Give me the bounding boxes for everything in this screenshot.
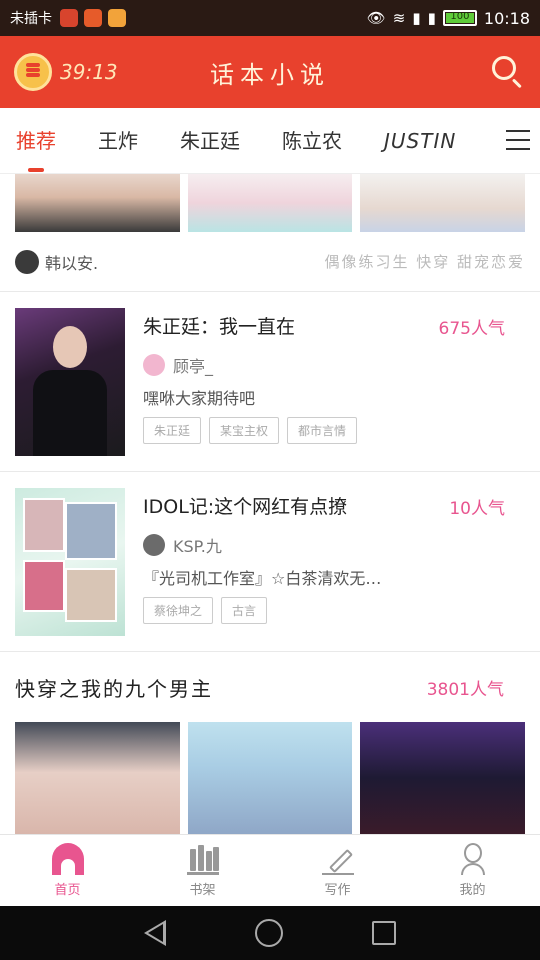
tab-recommend[interactable]: 推荐 <box>16 108 56 174</box>
status-bar: 未插卡 👁 ≋ ▮ ▮ 100 10:18 <box>0 0 540 36</box>
tag-row: 朱正廷 某宝主权 都市言情 <box>143 417 525 444</box>
tag-row: 蔡徐坤之 古言 <box>143 597 525 624</box>
bottom-nav: 首页 书架 写作 我的 <box>0 834 540 906</box>
tab-chen-linong[interactable]: 陈立农 <box>282 108 342 174</box>
clock: 10:18 <box>483 8 530 28</box>
search-icon <box>492 56 516 80</box>
list-item[interactable]: IDOL记:这个网红有点撩 10人气 KSP.九 『光司机工作室』☆白茶清欢无…… <box>0 472 540 652</box>
reading-timer: 39:13 <box>60 60 118 84</box>
nav-label: 书架 <box>189 883 216 898</box>
book-description: 『光司机工作室』☆白茶清欢无… <box>143 569 382 588</box>
collection-header[interactable]: 快穿之我的九个男主 3801人气 <box>0 652 540 722</box>
book-tag[interactable]: 朱正廷 <box>143 417 202 444</box>
profile-icon <box>457 843 489 875</box>
nav-label: 我的 <box>459 883 486 898</box>
collection-image-row[interactable] <box>0 722 540 834</box>
tab-label: JUSTIN <box>384 128 457 153</box>
cover-image[interactable] <box>360 174 526 232</box>
tab-justin[interactable]: JUSTIN <box>384 108 456 174</box>
signal2-icon: ▮ <box>427 9 436 27</box>
system-nav-bar <box>0 906 540 960</box>
book-description: 嘿咻大家期待吧 <box>143 389 256 408</box>
tab-label: 陈立农 <box>282 128 342 153</box>
home-icon <box>51 843 84 875</box>
cover-image[interactable] <box>187 722 353 834</box>
avatar <box>143 534 165 556</box>
coin-alarm-icon[interactable] <box>14 53 52 91</box>
weibo-notification-icon <box>60 9 78 27</box>
nav-label: 写作 <box>324 883 351 898</box>
pen-icon <box>321 843 354 875</box>
active-tab-indicator <box>28 167 44 172</box>
tab-zhu-zhengting[interactable]: 朱正廷 <box>180 108 240 174</box>
collection-title: 快穿之我的九个男主 <box>15 676 213 701</box>
reader-notification-icon <box>108 9 126 27</box>
app-notification-icon <box>84 9 102 27</box>
top-image-row[interactable] <box>0 174 540 232</box>
status-icons: 👁 ≋ ▮ ▮ 100 10:18 <box>367 9 530 28</box>
author-row: 顾亭_ <box>143 353 525 377</box>
tab-label: 王炸 <box>98 128 138 153</box>
book-tag[interactable]: 蔡徐坤之 <box>143 597 214 624</box>
cover-image[interactable] <box>187 174 353 232</box>
recents-icon[interactable] <box>371 921 396 945</box>
bookshelf-icon <box>186 843 219 875</box>
book-tags: 偶像练习生 快穿 甜宠恋爱 <box>324 253 525 271</box>
popularity-count: 675人气 <box>438 319 505 339</box>
book-tag[interactable]: 某宝主权 <box>209 417 280 444</box>
book-feed[interactable]: 韩以安. 偶像练习生 快穿 甜宠恋爱 朱正廷：我一直在 675人气 顾亭_ 嘿咻… <box>0 174 540 834</box>
nav-profile[interactable]: 我的 <box>405 835 540 906</box>
author-row: KSP.九 <box>143 533 525 557</box>
nav-label: 首页 <box>54 883 81 898</box>
cover-image[interactable] <box>15 722 180 834</box>
tab-wangzha[interactable]: 王炸 <box>98 108 138 174</box>
book-cover[interactable] <box>15 488 125 636</box>
app-header: 39:13 话本小说 <box>0 36 540 108</box>
search-button[interactable] <box>488 53 526 91</box>
avatar <box>143 354 165 376</box>
book-tag[interactable]: 古言 <box>221 597 268 624</box>
popularity-count: 10人气 <box>449 499 505 519</box>
book-info: 朱正廷：我一直在 675人气 顾亭_ 嘿咻大家期待吧 朱正廷 某宝主权 都市言情 <box>143 308 525 455</box>
battery-level: 100 <box>450 11 470 22</box>
cover-image[interactable] <box>15 174 180 232</box>
back-icon[interactable] <box>144 920 167 946</box>
popularity-count: 3801人气 <box>426 679 504 700</box>
carrier-label: 未插卡 <box>10 11 52 27</box>
nav-bookshelf[interactable]: 书架 <box>135 835 270 906</box>
battery-icon: 100 <box>442 10 477 26</box>
tab-label: 推荐 <box>16 128 56 153</box>
tab-label: 朱正廷 <box>180 128 240 153</box>
author-name: 顾亭_ <box>173 357 214 376</box>
nav-write[interactable]: 写作 <box>270 835 405 906</box>
signal-icon: ▮ <box>412 9 421 27</box>
category-tabs: 推荐 王炸 朱正廷 陈立农 JUSTIN <box>0 108 540 174</box>
book-cover[interactable] <box>15 308 125 456</box>
wifi-icon: ≋ <box>392 9 406 27</box>
nav-home[interactable]: 首页 <box>0 835 135 906</box>
home-circle-icon[interactable] <box>254 919 283 947</box>
menu-icon[interactable] <box>506 130 530 150</box>
author-name: KSP.九 <box>173 537 222 556</box>
cover-image[interactable] <box>360 722 526 834</box>
eye-icon: 👁 <box>366 9 386 27</box>
app-screen: 未插卡 👁 ≋ ▮ ▮ 100 10:18 39:13 话本小说 推荐 王炸 朱… <box>0 0 540 960</box>
avatar <box>15 249 39 274</box>
author-name: 韩以安. <box>45 253 99 273</box>
book-info: IDOL记:这个网红有点撩 10人气 KSP.九 『光司机工作室』☆白茶清欢无…… <box>143 488 525 635</box>
top-item-meta[interactable]: 韩以安. 偶像练习生 快穿 甜宠恋爱 <box>0 232 540 292</box>
book-tag[interactable]: 都市言情 <box>287 417 358 444</box>
list-item[interactable]: 朱正廷：我一直在 675人气 顾亭_ 嘿咻大家期待吧 朱正廷 某宝主权 都市言情 <box>0 292 540 472</box>
